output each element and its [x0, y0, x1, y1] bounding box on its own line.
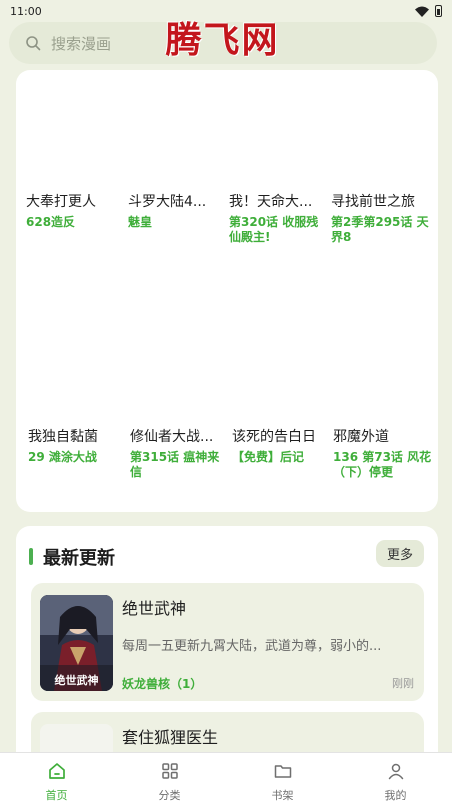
comic-title: 该死的告白日	[232, 429, 316, 445]
search-icon	[26, 36, 41, 51]
comic-latest-chapter: 第315话 瘟神来信	[130, 450, 220, 479]
nav-label: 书架	[271, 789, 294, 802]
comic-latest-chapter: 628造反	[26, 215, 76, 229]
logo: 腾飞网	[165, 19, 280, 61]
featured-comic[interactable]: 斗罗大陆4... 魅皇	[128, 193, 229, 230]
comic-title: 邪魔外道	[333, 429, 389, 445]
comic-latest-chapter: 第2季第295话 天界8	[331, 215, 429, 244]
update-item[interactable]: 绝世武神 绝世武神 每周一五更新九霄大陆，武道为尊，弱小的... 妖龙兽核（1）…	[31, 583, 424, 701]
wifi-icon	[415, 6, 429, 17]
comic-latest-chapter: 【免费】后记	[232, 450, 305, 464]
user-icon	[388, 763, 403, 780]
comic-title: 我！天命大...	[229, 194, 313, 210]
comic-title: 大奉打更人	[26, 194, 96, 210]
nav-bookshelf[interactable]: 书架	[226, 753, 339, 804]
grid-icon	[161, 763, 178, 779]
status-icons	[415, 5, 442, 17]
comic-cover: 绝世武神	[40, 595, 113, 691]
more-button[interactable]: 更多	[376, 540, 424, 567]
folder-icon	[274, 765, 291, 778]
comic-latest-chapter: 第320话 收服残仙殿主!	[229, 215, 319, 244]
comic-title: 斗罗大陆4...	[128, 194, 207, 210]
section-accent-bar	[29, 548, 33, 565]
home-icon	[48, 763, 65, 779]
cover-art: 绝世武神	[40, 595, 113, 691]
comic-title: 修仙者大战...	[130, 429, 214, 445]
featured-comic[interactable]: 该死的告白日 【免费】后记	[232, 428, 333, 465]
status-time: 11:00	[10, 4, 42, 18]
battery-icon	[435, 5, 442, 17]
featured-comic[interactable]: 寻找前世之旅 第2季第295话 天界8	[331, 193, 432, 245]
featured-comic[interactable]: 我独自黏菌 29 滩涂大战	[28, 428, 129, 465]
latest-updates-section: 最新更新 更多 绝世武神 绝世武神 每周一五更新九霄大陆，武道为尊，弱小的...…	[16, 526, 438, 766]
cover-text: 绝世武神	[55, 673, 99, 687]
bottom-nav: 首页 分类 书架 我的	[0, 752, 452, 804]
featured-comic[interactable]: 邪魔外道 136 第73话 风花（下）停更	[333, 428, 434, 480]
comic-title: 绝世武神	[122, 599, 187, 618]
comic-description: 每周一五更新九霄大陆，武道为尊，弱小的...	[122, 639, 382, 654]
comic-latest-chapter: 29 滩涂大战	[28, 450, 97, 464]
comic-latest-chapter: 妖龙兽核（1）	[122, 677, 203, 691]
comic-latest-chapter: 136 第73话 风花（下）停更	[333, 450, 432, 479]
comic-latest-chapter: 魅皇	[128, 215, 153, 229]
comic-title: 我独自黏菌	[28, 429, 98, 445]
search-placeholder: 搜索漫画	[51, 34, 112, 53]
nav-category[interactable]: 分类	[113, 753, 226, 804]
comic-title: 套住狐狸医生	[122, 728, 219, 747]
update-time: 刚刚	[392, 677, 414, 690]
nav-label: 首页	[45, 789, 68, 802]
featured-comic[interactable]: 大奉打更人 628造反	[26, 193, 127, 230]
nav-label: 分类	[158, 789, 181, 802]
nav-home[interactable]: 首页	[0, 753, 113, 804]
section-title: 最新更新	[43, 548, 115, 569]
comic-title: 寻找前世之旅	[331, 194, 415, 210]
featured-grid: 大奉打更人 628造反 斗罗大陆4... 魅皇 我！天命大... 第320话 收…	[16, 70, 438, 512]
nav-profile[interactable]: 我的	[339, 753, 452, 804]
featured-comic[interactable]: 修仙者大战... 第315话 瘟神来信	[130, 428, 231, 480]
featured-comic[interactable]: 我！天命大... 第320话 收服残仙殿主!	[229, 193, 330, 245]
nav-label: 我的	[384, 789, 407, 802]
